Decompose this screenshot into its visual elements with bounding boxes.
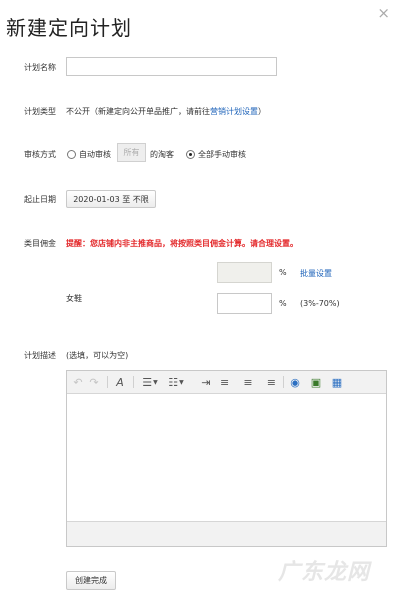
audit-label: 审核方式 xyxy=(24,150,56,159)
plan-type-desc: 不公开（新建定向公开单品推广，请前往 xyxy=(66,107,210,116)
align-left-icon[interactable]: ≡ xyxy=(220,375,234,389)
editor-status-bar xyxy=(67,521,386,546)
audit-target-select[interactable]: 所有 xyxy=(117,143,146,162)
align-center-icon[interactable]: ≡ xyxy=(241,375,255,389)
chevron-down-icon: ▼ xyxy=(153,378,158,386)
category-name: 女鞋 xyxy=(66,294,82,303)
close-icon[interactable]: × xyxy=(377,4,390,22)
category-percent-sign: % xyxy=(279,299,287,308)
category-commission-input[interactable] xyxy=(217,293,272,314)
batch-percent-sign: % xyxy=(279,268,287,277)
numbered-list-glyph: ☷ xyxy=(168,375,179,389)
chevron-down-icon: ▼ xyxy=(179,378,184,386)
table-icon[interactable]: ▦ xyxy=(330,375,344,389)
plan-type-text: 不公开（新建定向公开单品推广，请前往营销计划设置） xyxy=(66,106,266,117)
auto-audit-radio[interactable] xyxy=(67,150,76,159)
batch-settings-link[interactable]: 批量设置 xyxy=(300,268,332,279)
dialog-title: 新建定向计划 xyxy=(6,16,132,40)
redo-icon[interactable]: ↷ xyxy=(87,375,101,389)
align-right-icon[interactable]: ≡ xyxy=(262,375,276,389)
auto-audit-label: 自动审核 xyxy=(79,150,111,159)
manual-audit-radio[interactable] xyxy=(186,150,195,159)
marketing-settings-link[interactable]: 营销计划设置 xyxy=(210,107,258,116)
batch-commission-input[interactable] xyxy=(217,262,272,283)
watermark: 广东龙网 xyxy=(277,560,370,585)
indent-icon[interactable]: ⇥ xyxy=(199,375,213,389)
plan-type-desc-end: ） xyxy=(258,107,266,116)
date-range-button[interactable]: 2020-01-03 至 不限 xyxy=(66,190,156,208)
rich-text-editor: ↶ ↷ A ☰ ▼ ☷ ▼ ⇥ ≡ ≡ ≡ ◉ ▣ ▦ xyxy=(66,370,387,547)
create-button[interactable]: 创建完成 xyxy=(66,571,116,590)
description-hint: (选填，可以为空) xyxy=(66,351,129,360)
commission-label: 类目佣金 xyxy=(24,239,56,248)
bullet-list-glyph: ☰ xyxy=(142,375,153,389)
plan-name-label: 计划名称 xyxy=(24,63,56,72)
plan-type-label: 计划类型 xyxy=(24,107,56,116)
format-painter-icon[interactable]: A xyxy=(113,375,127,389)
image-icon[interactable]: ▣ xyxy=(309,375,323,389)
manual-audit-label: 全部手动审核 xyxy=(198,150,246,159)
commission-warning: 提醒：您店铺内非主推商品，将按照类目佣金计算。请合理设置。 xyxy=(66,239,298,248)
description-label: 计划描述 xyxy=(24,351,56,360)
editor-toolbar: ↶ ↷ A ☰ ▼ ☷ ▼ ⇥ ≡ ≡ ≡ ◉ ▣ ▦ xyxy=(67,371,386,394)
link-icon[interactable]: ◉ xyxy=(288,375,302,389)
audit-suffix: 的淘客 xyxy=(150,150,174,159)
undo-icon[interactable]: ↶ xyxy=(71,375,85,389)
bullet-list-icon[interactable]: ☰ ▼ xyxy=(139,375,161,389)
editor-content-area[interactable] xyxy=(67,394,386,522)
dates-label: 起止日期 xyxy=(24,195,56,204)
commission-range: (3%-70%) xyxy=(300,299,340,308)
numbered-list-icon[interactable]: ☷ ▼ xyxy=(165,375,187,389)
plan-name-input[interactable] xyxy=(66,57,277,76)
